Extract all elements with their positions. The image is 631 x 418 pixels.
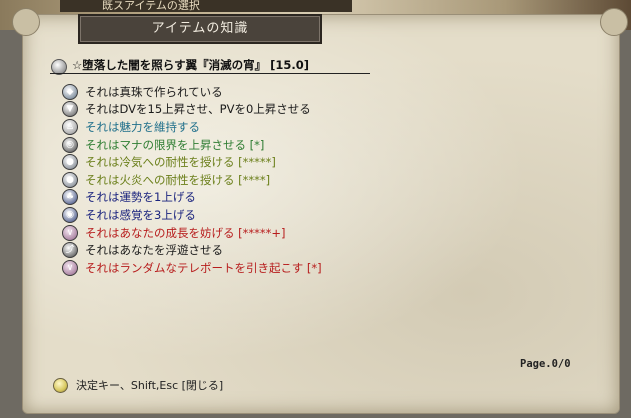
property-row: ● それは火炎への耐性を授ける [****] (62, 171, 322, 189)
property-row: ∨ それはあなたの成長を妨げる [*****+] (62, 224, 322, 242)
hint-bulb-icon (53, 378, 68, 393)
growth-hinder-icon: ∨ (62, 224, 78, 241)
float-icon: ⤴ (62, 242, 78, 259)
property-text: それは真珠で作られている (85, 84, 223, 99)
fire-resist-icon: ● (62, 171, 78, 188)
key-hint: 決定キー、Shift,Esc [閉じる] (76, 379, 224, 392)
property-text: それは火炎への耐性を授ける [****] (85, 172, 271, 187)
property-text: それは冷気への耐性を授ける [*****] (85, 155, 276, 170)
perception-icon: ◉ (62, 206, 78, 223)
property-text: それは感覚を3上げる (85, 207, 196, 222)
cold-resist-icon: ● (62, 154, 78, 171)
window-title: アイテムの知識 (151, 21, 249, 36)
charisma-icon: ♙ (62, 118, 78, 135)
property-text: それは魅力を維持する (85, 119, 200, 134)
page-indicator: Page.0/0 (520, 358, 571, 370)
background-window-title: 既スアイテムの選択 (60, 0, 352, 12)
property-list: ◆ それは真珠で作られている ▼ それはDVを15上昇させ、PVを0上昇させる ♙ それは… (62, 83, 322, 277)
property-row: ⤴ それはあなたを浮遊させる (62, 241, 322, 259)
property-text: それはマナの限界を上昇させる [*] (85, 137, 265, 152)
property-row: ● それは冷気への耐性を授ける [*****] (62, 153, 322, 171)
teleport-icon: ∨ (62, 259, 78, 276)
corner-ornament-icon (600, 8, 628, 36)
corner-ornament-icon (12, 8, 40, 36)
property-row: ▼ それはDVを15上昇させ、PVを0上昇させる (62, 101, 322, 119)
item-name: ☆堕落した闇を照らす翼『消滅の宵』 [15.0] (72, 58, 309, 72)
property-row: ◆ それは真珠で作られている (62, 83, 322, 101)
property-row: ♙ それは魅力を維持する (62, 118, 322, 136)
property-text: それは運勢を1上げる (85, 190, 196, 205)
property-text: それはあなたの成長を妨げる [*****+] (85, 225, 286, 240)
property-row: ∨ それはランダムなテレポートを引き起こす [*] (62, 259, 322, 277)
window-titlebar: アイテムの知識 (78, 14, 322, 44)
dv-pv-icon: ▼ (62, 101, 78, 118)
mana-icon: ◎ (62, 136, 78, 153)
pearl-material-icon: ◆ (62, 83, 78, 100)
luck-icon: ♣ (62, 189, 78, 206)
property-row: ◎ それはマナの限界を上昇させる [*] (62, 136, 322, 154)
property-text: それはDVを15上昇させ、PVを0上昇させる (85, 102, 311, 117)
property-row: ◉ それは感覚を3上げる (62, 206, 322, 224)
property-text: それはあなたを浮遊させる (85, 243, 223, 258)
property-row: ♣ それは運勢を1上げる (62, 189, 322, 207)
header-divider (50, 73, 370, 74)
property-text: それはランダムなテレポートを引き起こす [*] (85, 260, 322, 275)
